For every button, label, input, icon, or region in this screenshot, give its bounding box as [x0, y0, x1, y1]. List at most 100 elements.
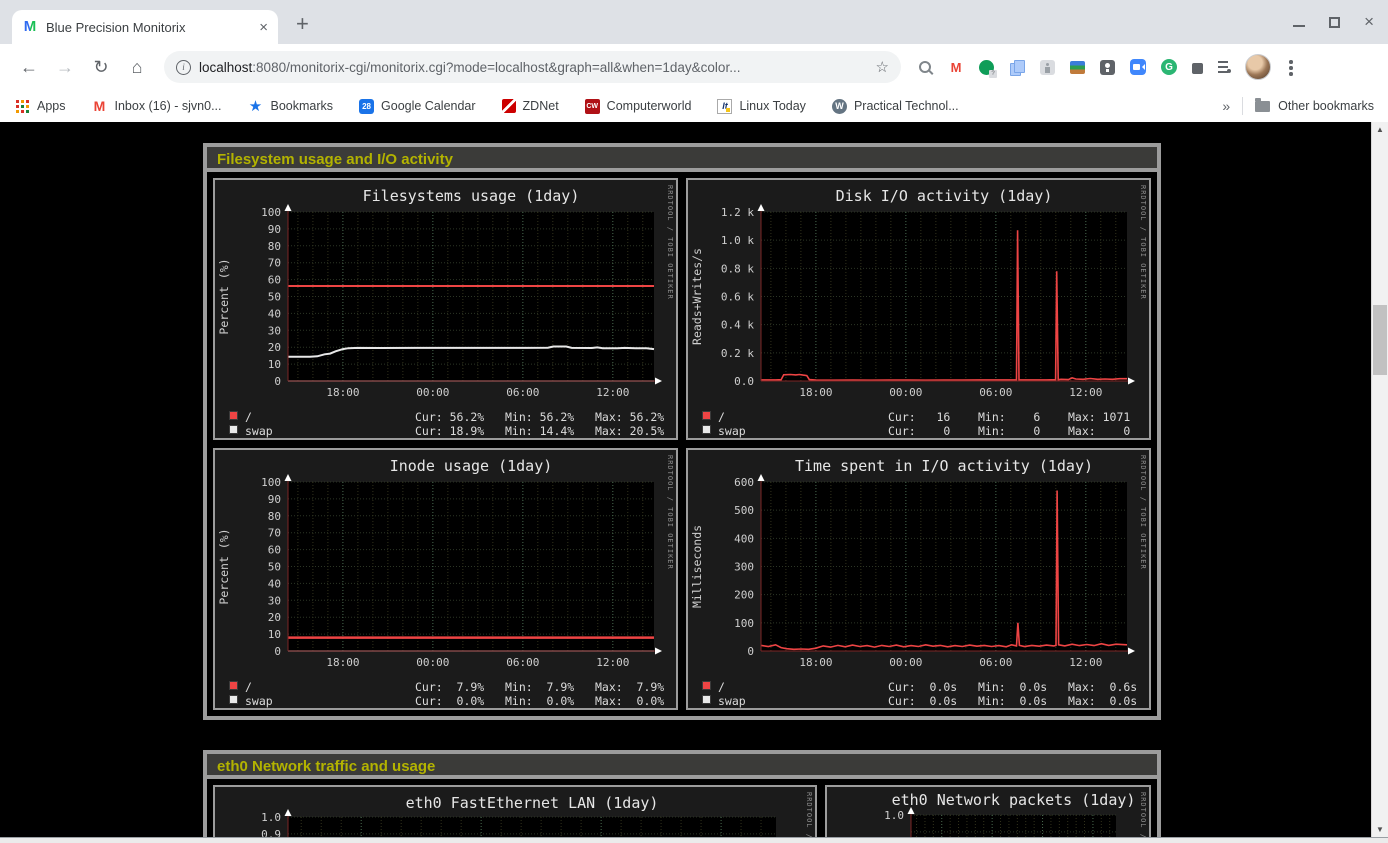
- scrollbar-thumb[interactable]: [1373, 305, 1387, 375]
- bookmark-bookmarks[interactable]: ★Bookmarks: [248, 98, 334, 114]
- minimize-button[interactable]: [1293, 25, 1305, 27]
- rrdtool-watermark: RRDTOOL / TOBI OETIKER: [666, 185, 674, 300]
- legend-max-value: Max: 0.0s: [1068, 694, 1137, 708]
- chart-eth0-network-packets[interactable]: 1.0s/seth0 Network packets (1day)RRDTOOL…: [825, 785, 1151, 837]
- chart-time-spent-io[interactable]: 600500400300200100018:0000:0006:0012:00M…: [686, 448, 1151, 710]
- legend-row: /Cur: 56.2%Min: 56.2%Max: 56.2%: [215, 410, 676, 424]
- maximize-button[interactable]: [1329, 17, 1340, 28]
- copy-icon[interactable]: [1009, 59, 1025, 75]
- legend-color-swatch: [229, 695, 238, 704]
- y-tick-label: 10: [268, 628, 281, 641]
- other-bookmarks-button[interactable]: Other bookmarks: [1278, 99, 1374, 113]
- chart-inode-usage[interactable]: 100908070605040302010018:0000:0006:0012:…: [213, 448, 678, 710]
- bookmark-label: Bookmarks: [271, 99, 334, 113]
- y-tick-label: 0: [274, 645, 281, 658]
- forward-button[interactable]: →: [52, 57, 78, 78]
- books-icon[interactable]: [1070, 61, 1085, 74]
- bookmark-items: Apps MInbox (16) - sjvn0... ★Bookmarks 28Go…: [14, 98, 985, 114]
- bookmark-apps[interactable]: Apps: [14, 98, 66, 114]
- legend-cur-value: Cur: 0.0%: [415, 707, 484, 710]
- home-button[interactable]: ⌂: [124, 57, 150, 78]
- legend-min-value: Min: 0.0%: [505, 437, 574, 440]
- vertical-scrollbar[interactable]: ▲ ▼: [1371, 122, 1388, 837]
- extensions-puzzle-icon[interactable]: [1192, 63, 1203, 74]
- tab-close-icon[interactable]: ×: [259, 19, 268, 36]
- x-tick-label: 18:00: [326, 656, 359, 669]
- zoom-icon[interactable]: [1130, 59, 1146, 75]
- bookmark-google-calendar[interactable]: 28Google Calendar: [359, 99, 476, 114]
- window-close-button[interactable]: ×: [1364, 13, 1374, 31]
- bookmark-star-icon[interactable]: ☆: [876, 58, 889, 76]
- legend-min-value: Min: 0: [978, 437, 1040, 440]
- browser-menu-icon[interactable]: [1283, 58, 1299, 76]
- section-filesystem: Filesystem usage and I/O activity 100908…: [203, 143, 1161, 720]
- legend-series-name: swap: [245, 694, 273, 708]
- x-tick-label: 18:00: [799, 386, 832, 399]
- chart-disk-io-activity[interactable]: 1.2 k1.0 k0.8 k0.6 k0.4 k0.2 k0.018:0000…: [686, 178, 1151, 440]
- y-tick-label: 600: [734, 476, 754, 489]
- scroll-up-icon[interactable]: ▲: [1372, 125, 1388, 134]
- bookmark-zdnet[interactable]: ZDNet: [502, 99, 559, 113]
- y-tick-label: 30: [268, 324, 281, 337]
- x-tick-label: 06:00: [979, 386, 1012, 399]
- legend-series-name: /boot: [718, 437, 753, 440]
- chart-title: eth0 FastEthernet LAN (1day): [406, 794, 659, 812]
- address-bar[interactable]: i localhost:8080/monitorix-cgi/monitorix…: [164, 51, 901, 83]
- chart-filesystems-usage[interactable]: 100908070605040302010018:0000:0006:0012:…: [213, 178, 678, 440]
- gmail-icon[interactable]: M: [948, 59, 964, 75]
- bookmark-practical-technol-[interactable]: WPractical Technol...: [832, 99, 959, 114]
- y-tick-label: 1.0: [884, 809, 904, 822]
- y-tick-label: 0.6 k: [721, 291, 754, 304]
- chart-canvas-eth0-fastethernet-lan[interactable]: 1.00.9eth0 FastEthernet LAN (1day): [215, 787, 811, 837]
- apps-grid-icon: [14, 98, 30, 114]
- playlist-icon[interactable]: [1218, 61, 1231, 73]
- legend-min-value: Min: 14.4%: [505, 424, 574, 438]
- y-tick-label: 40: [268, 577, 281, 590]
- chart-canvas-inode-usage[interactable]: 100908070605040302010018:0000:0006:0012:…: [215, 450, 678, 672]
- bookmark-linux-today[interactable]: ltLinux Today: [717, 99, 806, 114]
- y-tick-label: 500: [734, 504, 754, 517]
- legend-cur-value: Cur: 7.9%: [415, 680, 484, 694]
- chart-canvas-filesystems-usage[interactable]: 100908070605040302010018:0000:0006:0012:…: [215, 180, 678, 402]
- rrdtool-watermark: RRDTOOL / TOBI OETIKER: [1139, 185, 1147, 300]
- rrdtool-watermark: RRDTOOL / TOBI OETIKER: [666, 455, 674, 570]
- profile-avatar[interactable]: [1245, 54, 1271, 80]
- voice-icon[interactable]: [979, 60, 994, 75]
- keep-icon[interactable]: [1100, 60, 1115, 75]
- url-text[interactable]: localhost:8080/monitorix-cgi/monitorix.c…: [199, 60, 868, 75]
- bookmarks-overflow-chevron[interactable]: »: [1222, 98, 1230, 114]
- legend-max-value: Max: 0.6s: [1068, 680, 1137, 694]
- reload-button[interactable]: ↻: [88, 57, 114, 78]
- y-tick-label: 80: [268, 510, 281, 523]
- chart-canvas-disk-io-activity[interactable]: 1.2 k1.0 k0.8 k0.6 k0.4 k0.2 k0.018:0000…: [688, 180, 1151, 402]
- legend-cur-value: Cur: 0.0s: [888, 680, 957, 694]
- y-tick-label: 20: [268, 611, 281, 624]
- back-button[interactable]: ←: [16, 57, 42, 78]
- legend-row: swapCur: 18.9%Min: 14.4%Max: 20.5%: [215, 424, 676, 438]
- page-info-icon[interactable]: i: [176, 60, 191, 75]
- legend-row: /Cur: 7.9%Min: 7.9%Max: 7.9%: [215, 680, 676, 694]
- scroll-down-icon[interactable]: ▼: [1372, 825, 1388, 834]
- legend-series-name: /boot: [718, 707, 753, 710]
- chart-canvas-time-spent-io[interactable]: 600500400300200100018:0000:0006:0012:00M…: [688, 450, 1151, 672]
- legend-color-swatch: [702, 681, 711, 690]
- url-host: localhost: [199, 60, 252, 75]
- y-tick-label: 70: [268, 527, 281, 540]
- window-bottom-edge: [0, 837, 1388, 843]
- y-tick-label: 70: [268, 257, 281, 270]
- accessibility-icon[interactable]: [1040, 60, 1055, 75]
- legend-max-value: Max: 1071: [1068, 410, 1130, 424]
- bookmark-label: Computerworld: [607, 99, 692, 113]
- new-tab-button[interactable]: +: [296, 11, 309, 37]
- bookmark-inbox-16-sjvn0-[interactable]: MInbox (16) - sjvn0...: [92, 98, 222, 114]
- bookmark-computerworld[interactable]: CWComputerworld: [585, 99, 692, 114]
- legend-series-name: swap: [245, 424, 273, 438]
- rrdtool-watermark: RRDTOOL / TOBI OETIKER: [805, 792, 813, 837]
- grammarly-icon[interactable]: G: [1161, 59, 1177, 75]
- search-icon[interactable]: [917, 59, 933, 75]
- chart-canvas-eth0-network-packets[interactable]: 1.0s/seth0 Network packets (1day): [827, 787, 1149, 837]
- chart-eth0-fastethernet-lan[interactable]: 1.00.9eth0 FastEthernet LAN (1day)RRDTOO…: [213, 785, 817, 837]
- browser-tab[interactable]: M Blue Precision Monitorix ×: [12, 10, 278, 44]
- x-tick-label: 18:00: [799, 656, 832, 669]
- chart-legend: /Cur: 56.2%Min: 56.2%Max: 56.2%swapCur: …: [215, 410, 676, 440]
